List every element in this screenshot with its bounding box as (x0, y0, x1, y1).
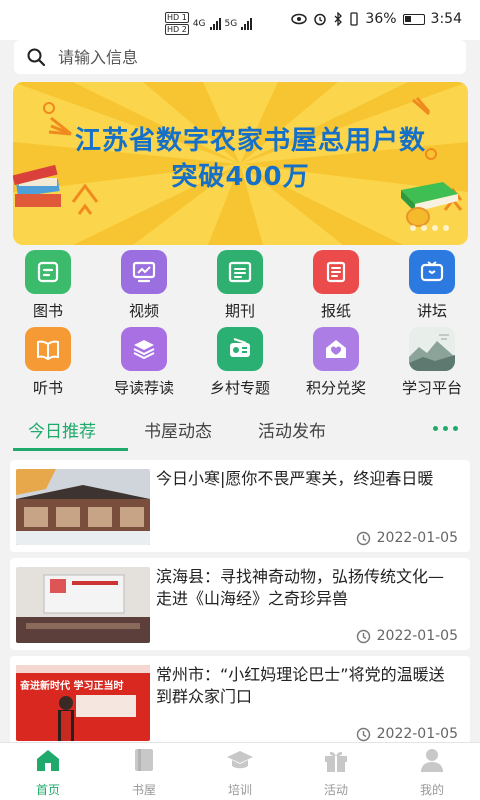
category-label: 听书 (32, 379, 63, 397)
category-video[interactable]: 视频 (96, 250, 192, 321)
user-icon (421, 749, 443, 772)
article-card[interactable]: 滨海县：寻找神奇动物，弘扬传统文化—走进《山海经》之奇珍异兽 2022-01-0… (10, 558, 470, 650)
search-bar[interactable] (14, 40, 466, 74)
carousel-indicator (410, 225, 449, 231)
vibrate-icon (350, 12, 359, 26)
category-journal[interactable]: 期刊 (192, 250, 288, 321)
bluetooth-icon (334, 12, 343, 26)
category-study-platform[interactable]: 学习平台 (384, 327, 480, 398)
more-tabs-icon[interactable] (433, 426, 458, 431)
book-icon (25, 250, 71, 294)
nav-activity[interactable]: 活动 (288, 747, 384, 798)
landscape-icon (409, 327, 455, 371)
article-title: 常州市：“小红妈理论巴士”将党的温暖送到群众家门口 (156, 665, 445, 706)
clock: 3:54 (430, 11, 462, 27)
network-type: 4G (192, 18, 206, 29)
category-reading-guide[interactable]: 导读荐读 (96, 327, 192, 398)
article-date: 2022-01-05 (356, 530, 458, 546)
heart-house-icon (313, 327, 359, 371)
category-newspaper[interactable]: 报纸 (288, 250, 384, 321)
category-label: 学习平台 (401, 379, 462, 397)
category-audiobook[interactable]: 听书 (0, 327, 96, 398)
article-thumbnail (16, 469, 150, 545)
article-date-text: 2022-01-05 (376, 628, 458, 644)
clock-icon (356, 727, 370, 741)
nav-bookhouse[interactable]: 书屋 (96, 747, 192, 798)
eye-icon (291, 13, 308, 25)
category-label: 讲坛 (416, 302, 447, 320)
status-right: 36% 3:54 (291, 11, 462, 27)
article-date: 2022-01-05 (356, 726, 458, 742)
gift-icon (325, 751, 347, 772)
carousel-dot (410, 225, 416, 231)
nav-home[interactable]: 首页 (0, 747, 96, 798)
search-input[interactable] (58, 47, 438, 67)
category-points-rewards[interactable]: 积分兑奖 (288, 327, 384, 398)
search-icon (27, 48, 46, 67)
nav-profile[interactable]: 我的 (384, 747, 480, 798)
category-label: 图书 (32, 302, 63, 320)
signal-icon (241, 17, 253, 30)
journal-icon (217, 250, 263, 294)
alarm-icon (314, 13, 327, 26)
article-date: 2022-01-05 (356, 628, 458, 644)
article-thumbnail (16, 567, 150, 643)
hd-badge: HD 2 (165, 24, 189, 35)
stack-icon (121, 327, 167, 371)
nav-label: 培训 (227, 783, 252, 797)
category-label: 视频 (128, 302, 159, 320)
promo-banner[interactable]: 江苏省数字农家书屋总用户数 突破400万 (13, 82, 468, 245)
tab-activity-release[interactable]: 活动发布 (258, 417, 326, 442)
tv-icon (409, 250, 455, 294)
bottom-navigation: 首页 书屋 培训 活动 我的 (0, 742, 480, 800)
article-title: 滨海县：寻找神奇动物，弘扬传统文化—走进《山海经》之奇珍异兽 (156, 567, 445, 608)
category-label: 积分兑奖 (305, 379, 366, 397)
nav-label: 活动 (323, 783, 348, 797)
nav-label: 首页 (35, 783, 60, 797)
nav-training[interactable]: 培训 (192, 747, 288, 798)
article-thumbnail: 奋进新时代 学习正当时 (16, 665, 150, 741)
article-title: 今日小寒|愿你不畏严寒关，终迎春日暖 (156, 469, 434, 488)
category-label: 导读荐读 (113, 379, 174, 397)
category-label: 期刊 (224, 302, 255, 320)
tab-today-recommend[interactable]: 今日推荐 (28, 417, 96, 442)
active-tab-indicator (13, 448, 128, 451)
content-tabs: 今日推荐 书屋动态 活动发布 (0, 412, 480, 452)
network-indicators: HD 1 HD 2 4G 5G (165, 12, 253, 35)
home-icon (37, 750, 59, 771)
category-lecture[interactable]: 讲坛 (384, 250, 480, 321)
carousel-dot (421, 225, 427, 231)
carousel-dot (432, 225, 438, 231)
bookshelf-icon (135, 749, 153, 771)
article-date-text: 2022-01-05 (376, 530, 458, 546)
battery-percent: 36% (365, 11, 397, 27)
category-label: 报纸 (320, 302, 351, 320)
category-label: 乡村专题 (209, 379, 270, 397)
carousel-dot (443, 225, 449, 231)
banner-headline: 江苏省数字农家书屋总用户数 (74, 126, 426, 156)
category-rural-topics[interactable]: 乡村专题 (192, 327, 288, 398)
article-card[interactable]: 今日小寒|愿你不畏严寒关，终迎春日暖 2022-01-05 (10, 460, 470, 552)
nav-label: 书屋 (131, 783, 156, 797)
network-type: 5G (224, 18, 238, 29)
tab-bookhouse-news[interactable]: 书屋动态 (144, 417, 212, 442)
clock-icon (356, 629, 370, 643)
battery-icon (402, 13, 425, 25)
status-bar: HD 1 HD 2 4G 5G 36% 3:54 (0, 0, 480, 40)
banner-subheadline: 突破400万 (171, 162, 310, 192)
audiobook-icon (25, 327, 71, 371)
article-card[interactable]: 奋进新时代 学习正当时 常州市：“小红妈理论巴士”将党的温暖送到群众家门口 20… (10, 656, 470, 748)
graduation-cap-icon (227, 751, 253, 769)
video-icon (121, 250, 167, 294)
category-books[interactable]: 图书 (0, 250, 96, 321)
hd-badge: HD 1 (165, 12, 189, 23)
radio-icon (217, 327, 263, 371)
nav-label: 我的 (419, 783, 444, 797)
newspaper-icon (313, 250, 359, 294)
article-date-text: 2022-01-05 (376, 726, 458, 742)
signal-icon (209, 17, 221, 30)
clock-icon (356, 531, 370, 545)
